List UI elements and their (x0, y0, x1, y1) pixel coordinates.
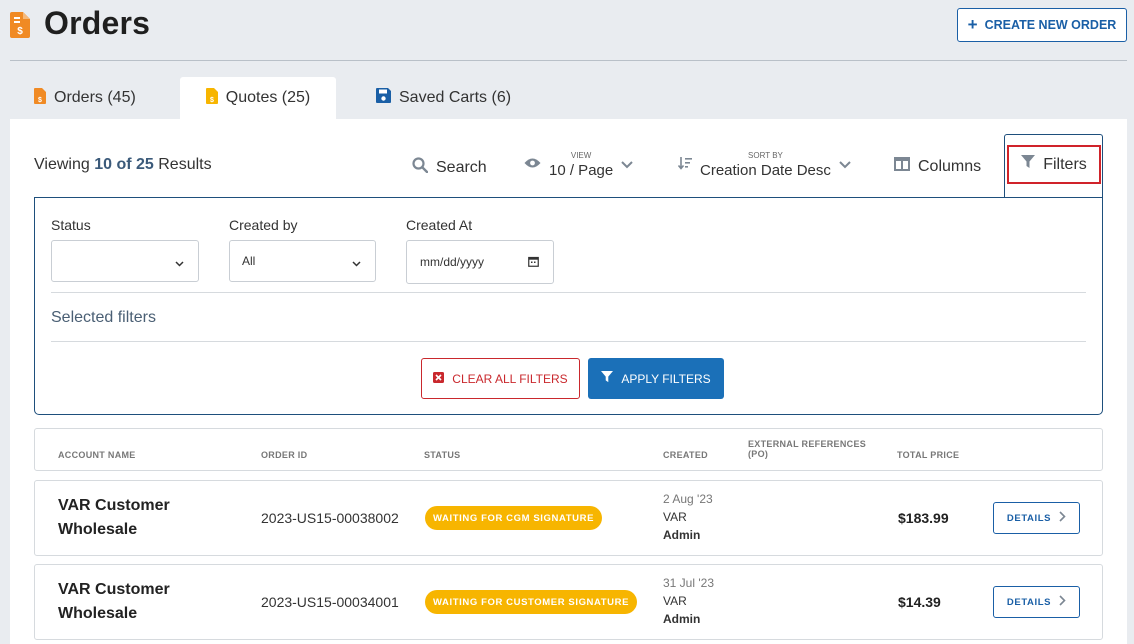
header-divider (10, 60, 1127, 61)
orders-doc-icon: $ (34, 87, 46, 109)
tab-quotes-label: Quotes (25) (225, 89, 311, 106)
created-by-line1: VAR (663, 510, 687, 524)
quote-doc-icon: $ (205, 87, 218, 109)
column-header-status[interactable]: STATUS (424, 450, 460, 460)
tab-orders[interactable]: $ Orders (45) (34, 77, 164, 119)
orders-doc-icon: $ (10, 12, 30, 43)
details-button[interactable]: DETAILS (993, 502, 1080, 534)
svg-text:$: $ (17, 26, 23, 37)
total-price: $183.99 (898, 510, 949, 526)
account-name-line2: Wholesale (58, 605, 138, 622)
column-header-external-references[interactable]: EXTERNAL REFERENCES (PO) (748, 439, 868, 460)
svg-text:$: $ (210, 97, 214, 104)
sort-by-value: SORT BY Creation Date Desc (700, 151, 831, 179)
tab-quotes[interactable]: $ Quotes (25) (180, 77, 336, 119)
chevron-down-icon (839, 156, 851, 174)
details-button[interactable]: DETAILS (993, 586, 1080, 618)
apply-filters-label: APPLY FILTERS (621, 371, 711, 386)
plus-icon: + (967, 14, 978, 34)
account-name-line2: Wholesale (58, 521, 138, 538)
created-by-filter-select[interactable]: All (229, 240, 376, 282)
tab-saved-carts[interactable]: Saved Carts (6) (376, 77, 516, 119)
filters-button[interactable]: Filters (1007, 145, 1101, 184)
account-name: VAR Customer Wholesale (58, 494, 208, 542)
floppy-disk-icon (376, 88, 391, 108)
page-title: Orders (44, 5, 151, 41)
order-id: 2023-US15-00038002 (261, 510, 399, 526)
results-count: 10 of 25 (94, 156, 154, 173)
created-info: 2 Aug '23 VAR Admin (663, 490, 713, 544)
created-by-filter-label: Created by (229, 217, 298, 233)
created-info: 31 Jul '23 VAR Admin (663, 574, 714, 628)
apply-filters-button[interactable]: APPLY FILTERS (588, 358, 724, 399)
columns-icon (894, 157, 910, 176)
account-name-line1: VAR Customer (58, 581, 170, 598)
search-icon (412, 157, 429, 178)
account-name: VAR Customer Wholesale (58, 578, 208, 626)
chevron-down-icon (621, 156, 633, 174)
close-square-icon (433, 371, 445, 386)
selected-filters-label: Selected filters (51, 309, 156, 326)
sort-caption: SORT BY (748, 151, 783, 160)
created-date: 31 Jul '23 (663, 576, 714, 590)
create-new-order-label: CREATE NEW ORDER (984, 18, 1117, 32)
chevron-right-icon (1059, 511, 1066, 525)
created-at-placeholder: mm/dd/yyyy (420, 255, 485, 269)
tab-saved-carts-label: Saved Carts (6) (399, 89, 512, 106)
total-price: $14.39 (898, 594, 941, 610)
results-prefix: Viewing (34, 156, 90, 173)
funnel-icon (1021, 155, 1036, 174)
details-label: DETAILS (1006, 512, 1052, 524)
chevron-down-icon (175, 256, 184, 270)
created-by-filter-value: All (242, 254, 256, 268)
search-button[interactable]: Search (412, 157, 487, 178)
created-by-line2: Admin (663, 528, 701, 542)
results-suffix: Results (158, 156, 212, 173)
search-label: Search (436, 158, 487, 176)
calendar-icon[interactable] (528, 256, 539, 270)
status-filter-label: Status (51, 217, 91, 233)
status-filter-select[interactable] (51, 240, 199, 282)
column-header-order-id[interactable]: ORDER ID (261, 450, 307, 460)
eye-icon (524, 156, 541, 174)
columns-button[interactable]: Columns (894, 157, 981, 176)
created-by-line1: VAR (663, 594, 687, 608)
table-row[interactable]: VAR Customer Wholesale 2023-US15-0003400… (34, 564, 1103, 640)
column-header-created[interactable]: CREATED (663, 450, 708, 460)
account-name-line1: VAR Customer (58, 497, 170, 514)
chevron-right-icon (1059, 595, 1066, 609)
details-label: DETAILS (1006, 596, 1052, 608)
clear-all-filters-button[interactable]: CLEAR ALL FILTERS (421, 358, 580, 399)
funnel-icon (601, 371, 614, 386)
svg-text:$: $ (38, 97, 42, 104)
status-badge: WAITING FOR CGM SIGNATURE (425, 506, 603, 530)
order-id: 2023-US15-00034001 (261, 594, 399, 610)
created-by-line2: Admin (663, 612, 701, 626)
sort-value: Creation Date Desc (700, 162, 831, 179)
columns-label: Columns (918, 157, 982, 175)
view-caption: VIEW (570, 151, 592, 160)
table-header: ACCOUNT NAME ORDER ID STATUS CREATED EXT… (34, 428, 1103, 471)
view-value: 10 / Page (549, 162, 614, 179)
filter-panel-top-border (34, 197, 1005, 198)
created-at-filter-label: Created At (406, 217, 473, 233)
status-badge: WAITING FOR CUSTOMER SIGNATURE (425, 590, 638, 614)
view-per-page-value: VIEW 10 / Page (549, 151, 614, 179)
column-header-account-name[interactable]: ACCOUNT NAME (58, 450, 136, 460)
column-header-total-price[interactable]: TOTAL PRICE (897, 450, 959, 460)
created-date: 2 Aug '23 (663, 492, 713, 506)
created-at-date-input[interactable]: mm/dd/yyyy (406, 240, 554, 284)
sort-by-dropdown[interactable]: SORT BY Creation Date Desc (677, 151, 851, 179)
filter-divider (51, 292, 1086, 293)
chevron-down-icon (352, 256, 361, 270)
sort-icon (677, 156, 692, 175)
results-summary: Viewing 10 of 25 Results (34, 156, 212, 174)
create-new-order-button[interactable]: + CREATE NEW ORDER (957, 8, 1127, 42)
tab-orders-label: Orders (45) (54, 89, 136, 106)
table-row[interactable]: VAR Customer Wholesale 2023-US15-0003800… (34, 480, 1103, 556)
filters-label: Filters (1043, 155, 1087, 173)
view-per-page-dropdown[interactable]: VIEW 10 / Page (524, 152, 633, 178)
clear-all-filters-label: CLEAR ALL FILTERS (452, 371, 568, 386)
filter-divider (51, 341, 1086, 342)
